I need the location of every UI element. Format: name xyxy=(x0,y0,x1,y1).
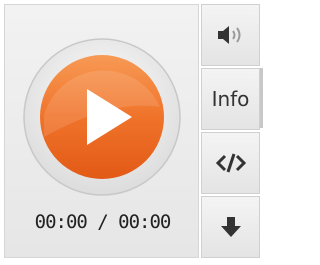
play-icon xyxy=(23,38,181,196)
side-control-bar: Info xyxy=(201,4,260,258)
download-arrow-icon xyxy=(220,217,241,237)
info-button-label: Info xyxy=(211,87,250,111)
time-display: 00:00 / 00:00 xyxy=(34,211,172,233)
volume-icon xyxy=(217,26,240,44)
volume-button[interactable] xyxy=(201,4,260,66)
embed-button[interactable] xyxy=(201,132,260,194)
download-button[interactable] xyxy=(201,196,260,258)
scroll-indicator xyxy=(260,68,263,128)
media-player: 00:00 / 00:00 Info xyxy=(4,4,263,258)
info-button[interactable]: Info xyxy=(201,68,260,130)
embed-code-icon xyxy=(215,153,246,173)
play-button[interactable] xyxy=(22,37,182,197)
player-main-panel: 00:00 / 00:00 xyxy=(4,4,199,258)
